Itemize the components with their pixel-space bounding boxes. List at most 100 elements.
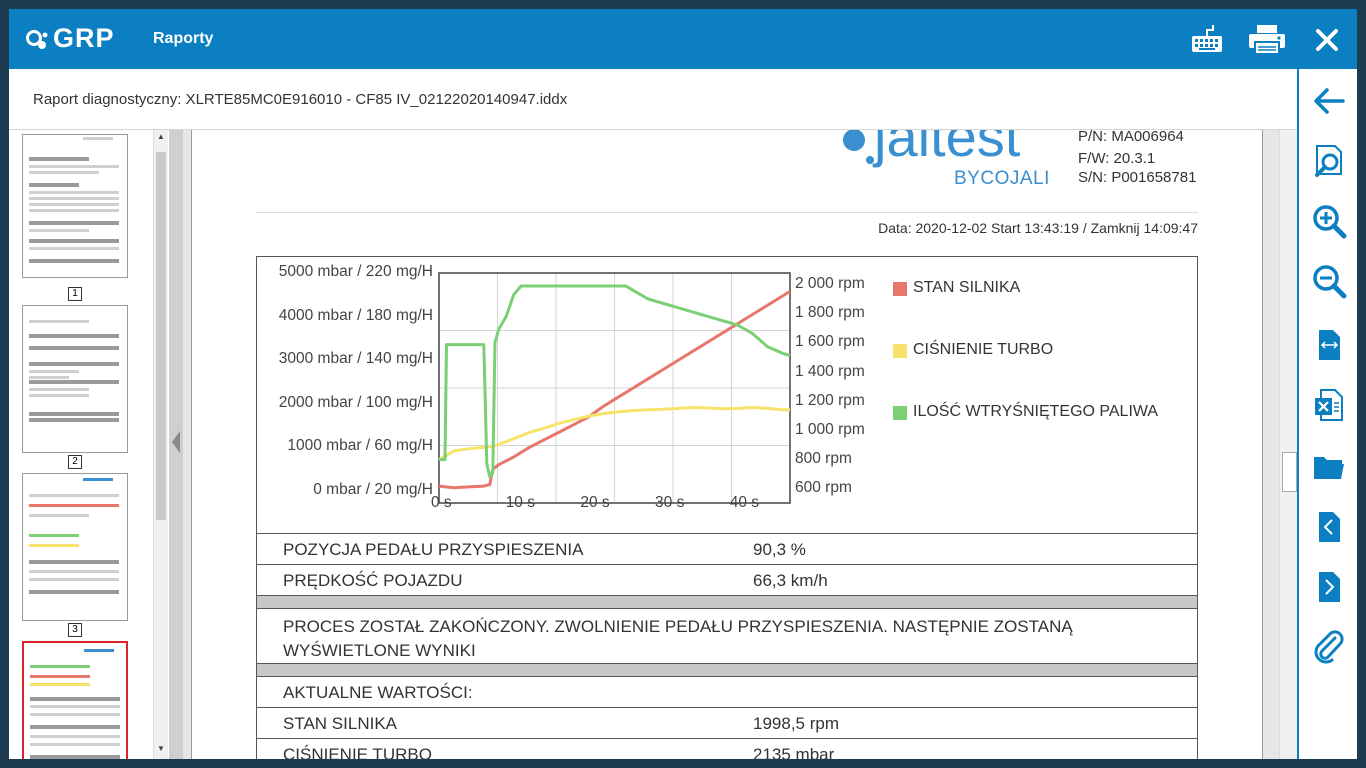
row-label: CIŚNIENIE TURBO: [283, 745, 432, 759]
folder-icon: [1314, 457, 1344, 479]
previous-page-icon: [1319, 512, 1340, 542]
right-toolbar: [1297, 69, 1357, 759]
previous-page-button[interactable]: [1311, 509, 1347, 545]
thumbnail-page-4[interactable]: [22, 641, 128, 759]
right-axis-tick-label: 600 rpm: [795, 479, 852, 497]
legend-swatch: [893, 406, 907, 420]
table-separator: [257, 663, 1197, 676]
table-row: AKTUALNE WARTOŚCI:: [257, 676, 1197, 707]
x-axis-tick-label: 10 s: [505, 494, 535, 511]
printer-icon: [1249, 25, 1285, 55]
table-separator: [257, 595, 1197, 608]
panel-splitter[interactable]: [169, 130, 183, 759]
process-message: PROCES ZOSTAŁ ZAKOŃCZONY. ZWOLNIENIE PED…: [283, 617, 1073, 660]
zoom-out-button[interactable]: [1311, 263, 1347, 299]
right-axis-tick-label: 1 200 rpm: [795, 391, 865, 409]
table-row: STAN SILNIKA 1998,5 rpm: [257, 707, 1197, 738]
x-axis-tick-label: 0 s: [431, 494, 452, 511]
close-button[interactable]: [1309, 22, 1345, 58]
scroll-down-icon[interactable]: ▼: [157, 744, 165, 753]
attachment-icon: [1314, 630, 1344, 664]
thumbnail-scroll-thumb[interactable]: [156, 152, 166, 520]
report-page: jaltest BYCOJALI P/N: MA006964 F/W: 20.3…: [191, 128, 1263, 759]
zoom-out-icon: [1313, 265, 1347, 299]
back-button[interactable]: [1311, 83, 1347, 119]
row-value: 2135 mbar: [753, 745, 835, 759]
row-value: 1998,5 rpm: [753, 714, 839, 733]
back-arrow-icon: [1314, 88, 1345, 114]
row-label: PRĘDKOŚĆ POJAZDU: [283, 571, 463, 590]
legend-label: STAN SILNIKA: [913, 279, 1021, 296]
document-scrollbar[interactable]: [1279, 130, 1298, 759]
table-row: PRĘDKOŚĆ POJAZDU 66,3 km/h: [257, 564, 1197, 595]
logo-icon: [26, 30, 48, 49]
left-axis-tick-label: 4000 mbar / 180 mg/H: [278, 306, 433, 324]
left-axis-tick-label: 2000 mbar / 100 mg/H: [278, 393, 433, 411]
left-axis-tick-label: 0 mbar / 20 mg/H: [313, 480, 433, 498]
app-title: Raporty: [153, 30, 214, 47]
thumbnail-number: 1: [68, 287, 82, 301]
thumbnail-panel: 1 2 3 ▲ ▼: [9, 130, 169, 759]
right-axis-tick-label: 1 400 rpm: [795, 362, 865, 380]
x-axis-tick-label: 30 s: [655, 494, 685, 511]
row-value: 90,3 %: [753, 540, 806, 559]
report-window: GRP Raporty Raport diagnostyczny: XLRTE8…: [9, 9, 1357, 759]
open-folder-button[interactable]: [1311, 449, 1347, 485]
excel-export-button[interactable]: [1311, 387, 1347, 423]
x-axis-tick-label: 40 s: [729, 494, 760, 511]
scroll-up-icon[interactable]: ▲: [157, 132, 165, 141]
jaltest-logo: jaltest BYCOJALI: [840, 130, 1062, 190]
left-axis-tick-label: 5000 mbar / 220 mg/H: [278, 263, 433, 280]
fit-width-icon: [1319, 330, 1340, 360]
zoom-fit-icon: [1315, 145, 1342, 177]
thumbnail-number: 3: [68, 623, 82, 637]
top-bar: GRP Raporty: [9, 9, 1357, 69]
left-axis-tick-label: 3000 mbar / 140 mg/H: [278, 350, 433, 367]
grp-logo: GRP: [25, 23, 125, 55]
close-icon: [1316, 29, 1338, 51]
zoom-in-button[interactable]: [1311, 203, 1347, 239]
excel-export-icon: [1315, 389, 1343, 421]
thumbnail-scrollbar[interactable]: ▲ ▼: [153, 130, 168, 759]
report-header: Raport diagnostyczny: XLRTE85MC0E916010 …: [9, 69, 1297, 130]
logo-text: GRP: [53, 23, 115, 53]
x-axis-tick-label: 20 s: [580, 494, 610, 511]
part-number: P/N: MA006964: [1078, 128, 1184, 145]
right-axis-tick-label: 1 800 rpm: [795, 304, 865, 322]
legend-swatch: [893, 344, 907, 358]
message-row: PROCES ZOSTAŁ ZAKOŃCZONY. ZWOLNIENIE PED…: [257, 608, 1197, 663]
row-value: 66,3 km/h: [753, 571, 828, 590]
report-date: Data: 2020-12-02 Start 13:43:19 / Zamkni…: [878, 220, 1198, 236]
thumbnail-page-3[interactable]: [22, 473, 128, 621]
next-page-icon: [1319, 572, 1340, 602]
table-row: POZYCJA PEDAŁU PRZYSPIESZENIA 90,3 %: [257, 533, 1197, 564]
collapse-arrow-icon[interactable]: [169, 427, 183, 457]
right-axis-tick-label: 1 000 rpm: [795, 421, 865, 438]
thumbnail-page-1[interactable]: [22, 134, 128, 278]
right-axis-tick-label: 1 600 rpm: [795, 333, 865, 351]
document-scroll-thumb[interactable]: [1282, 452, 1297, 492]
table-row: CIŚNIENIE TURBO 2135 mbar: [257, 738, 1197, 759]
legend-label: CIŚNIENIE TURBO: [913, 341, 1054, 358]
print-button[interactable]: [1247, 22, 1285, 58]
report-table: 5000 mbar / 220 mg/H 4000 mbar / 180 mg/H…: [256, 256, 1198, 759]
thumbnail-page-2[interactable]: [22, 305, 128, 453]
left-axis-tick-label: 1000 mbar / 60 mg/H: [287, 437, 433, 454]
jaltest-logo-subtext: BYCOJALI: [954, 168, 1050, 189]
firmware-version: F/W: 20.3.1: [1078, 150, 1156, 167]
keyboard-icon: [1192, 25, 1222, 52]
next-page-button[interactable]: [1311, 569, 1347, 605]
legend-swatch: [893, 282, 907, 296]
row-label: STAN SILNIKA: [283, 714, 397, 733]
jaltest-logo-text: jaltest: [874, 130, 1021, 168]
zoom-fit-button[interactable]: [1311, 143, 1347, 179]
attachment-button[interactable]: [1311, 629, 1347, 665]
report-title: Raport diagnostyczny: XLRTE85MC0E916010 …: [33, 91, 568, 108]
keyboard-button[interactable]: [1189, 22, 1225, 58]
chart-area: 5000 mbar / 220 mg/H 4000 mbar / 180 mg/H…: [257, 257, 1197, 533]
serial-number: S/N: P001658781: [1078, 169, 1197, 186]
fit-width-button[interactable]: [1311, 327, 1347, 363]
right-axis-tick-label: 2 000 rpm: [795, 275, 865, 292]
thumbnail-number: 2: [68, 455, 82, 469]
zoom-in-icon: [1313, 205, 1347, 239]
